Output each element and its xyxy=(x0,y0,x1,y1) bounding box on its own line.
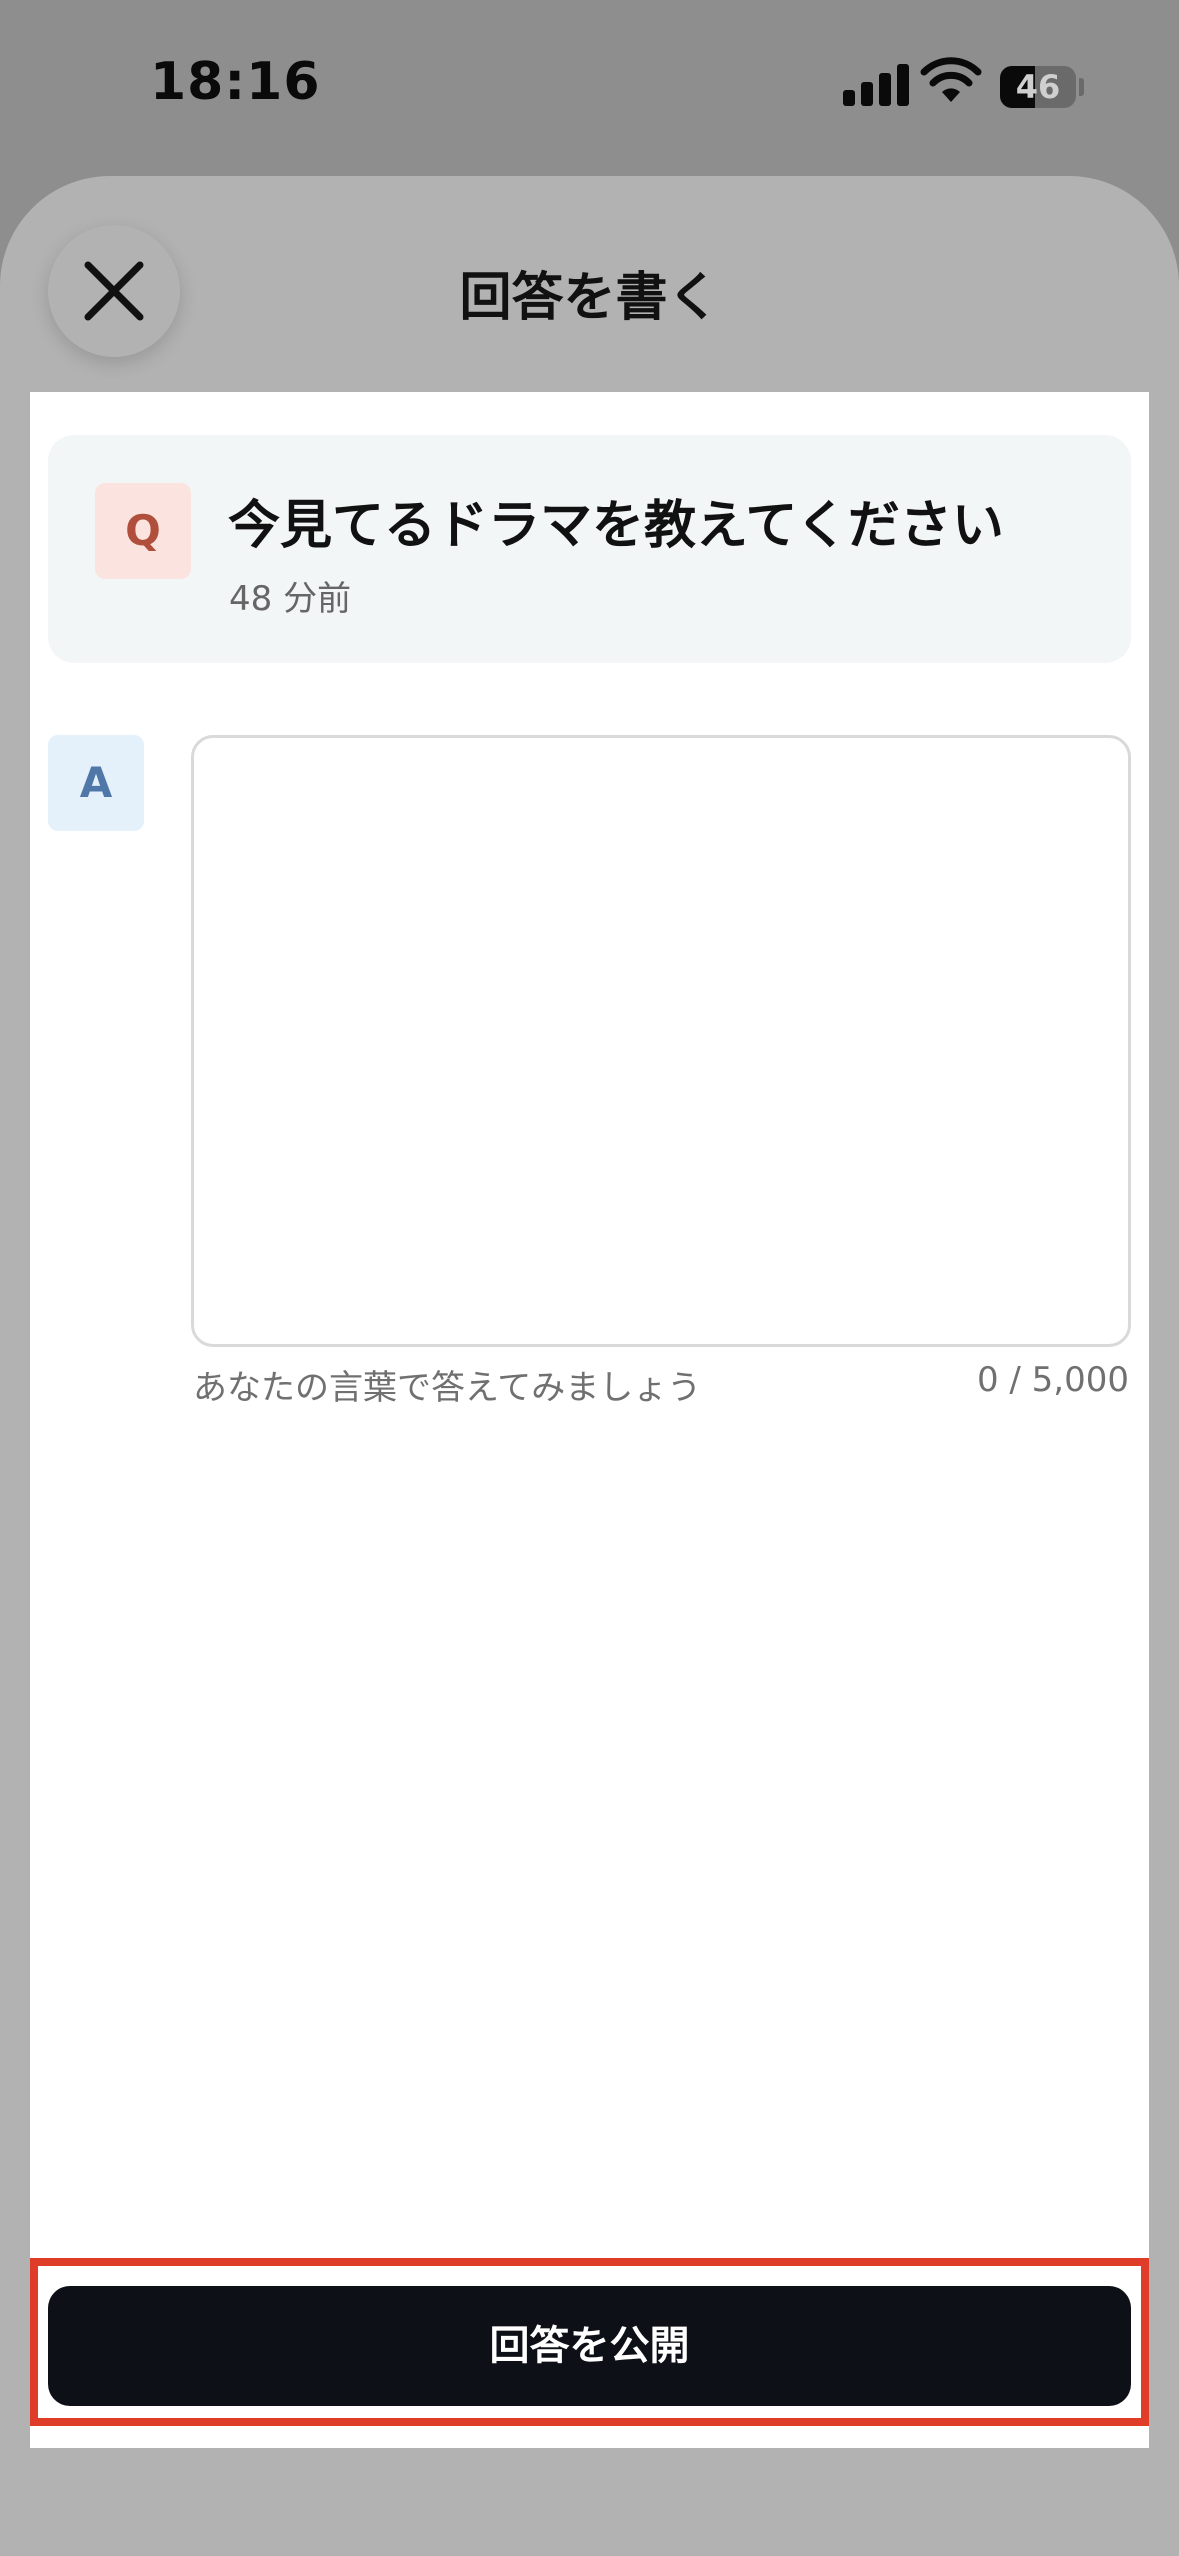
content-panel xyxy=(30,392,1149,2448)
question-timestamp: 48 分前 xyxy=(229,579,352,619)
character-counter: 0 / 5,000 xyxy=(976,1360,1129,1400)
answer-textarea[interactable] xyxy=(191,735,1131,1347)
answer-badge: A xyxy=(48,735,144,831)
question-title: 今見てるドラマを教えてください xyxy=(228,496,1004,556)
status-time: 18:16 xyxy=(150,52,321,112)
sheet-title: 回答を書く xyxy=(459,268,720,328)
battery-icon: 46 xyxy=(1000,66,1076,108)
wifi-icon xyxy=(920,57,982,102)
battery-level: 46 xyxy=(1015,68,1061,106)
answer-hint: あなたの言葉で答えてみましょう xyxy=(193,1368,702,1408)
question-badge: Q xyxy=(95,483,191,579)
status-bar: 18:16 46 xyxy=(0,0,1179,170)
cellular-signal-icon xyxy=(843,62,909,106)
battery-tip xyxy=(1079,78,1084,96)
publish-answer-button[interactable]: 回答を公開 xyxy=(48,2286,1131,2406)
